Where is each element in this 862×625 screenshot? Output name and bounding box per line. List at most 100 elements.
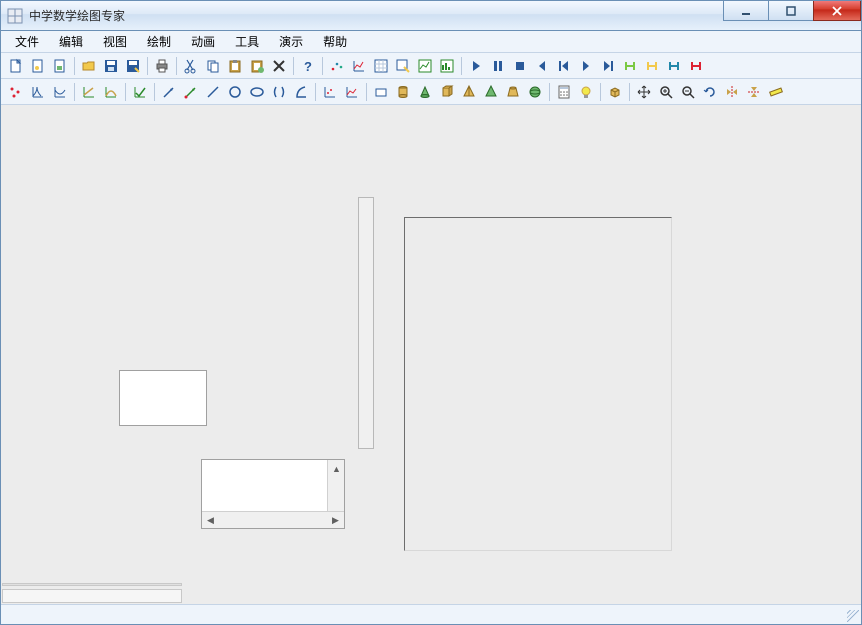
points-icon[interactable] (5, 81, 27, 103)
separator (147, 57, 148, 75)
seg-d-icon[interactable] (685, 55, 707, 77)
workspace[interactable]: ▲ ◀ ▶ (1, 105, 861, 604)
help-icon[interactable]: ? (297, 55, 319, 77)
seg-c-icon[interactable] (663, 55, 685, 77)
menu-tools[interactable]: 工具 (227, 31, 267, 52)
pause-icon[interactable] (487, 55, 509, 77)
scroll-right-icon[interactable]: ▶ (327, 512, 344, 529)
rotate-icon[interactable] (699, 81, 721, 103)
scroll-up-icon[interactable]: ▲ (328, 460, 345, 477)
zoom-in-icon[interactable] (655, 81, 677, 103)
minimize-button[interactable] (723, 1, 769, 21)
move-icon[interactable] (633, 81, 655, 103)
bulb-icon[interactable] (575, 81, 597, 103)
separator (315, 83, 316, 101)
strip-thin (2, 583, 182, 586)
menu-draw[interactable]: 绘制 (139, 31, 179, 52)
delete-icon[interactable] (268, 55, 290, 77)
menu-help[interactable]: 帮助 (315, 31, 355, 52)
axis-2-icon[interactable] (341, 81, 363, 103)
paren-icon[interactable] (268, 81, 290, 103)
separator (176, 57, 177, 75)
print-icon[interactable] (151, 55, 173, 77)
separator (293, 57, 294, 75)
ellipse-icon[interactable] (246, 81, 268, 103)
chart-green-2-icon[interactable] (436, 55, 458, 77)
shape-cone-g-icon[interactable] (480, 81, 502, 103)
save-as-icon[interactable] (122, 55, 144, 77)
grid-chart-icon[interactable] (370, 55, 392, 77)
chart-green-icon[interactable] (414, 55, 436, 77)
separator (125, 83, 126, 101)
separator (154, 83, 155, 101)
panel-vertical-slim[interactable] (358, 197, 374, 449)
play-icon[interactable] (465, 55, 487, 77)
shape-rect-icon[interactable] (370, 81, 392, 103)
window-title: 中学数学绘图专家 (29, 7, 125, 24)
go-start-icon[interactable] (553, 55, 575, 77)
step-fwd-icon[interactable] (575, 55, 597, 77)
panel-large[interactable] (404, 217, 672, 551)
curve-v-icon[interactable] (27, 81, 49, 103)
circle-icon[interactable] (224, 81, 246, 103)
shape-cyl-icon[interactable] (392, 81, 414, 103)
shape-frustum-icon[interactable] (502, 81, 524, 103)
new-doc-2-icon[interactable] (27, 55, 49, 77)
new-doc-icon[interactable] (5, 55, 27, 77)
zoom-out-icon[interactable] (677, 81, 699, 103)
svg-text:?: ? (304, 59, 312, 74)
graph-1-icon[interactable] (78, 81, 100, 103)
cut-icon[interactable] (180, 55, 202, 77)
chart-edit-icon[interactable] (392, 55, 414, 77)
scatter-icon[interactable] (326, 55, 348, 77)
scrollbar-vertical[interactable]: ▲ (327, 460, 344, 511)
separator (74, 83, 75, 101)
separator (74, 57, 75, 75)
paste-special-icon[interactable] (246, 55, 268, 77)
cube-icon[interactable] (604, 81, 626, 103)
vector-icon[interactable] (158, 81, 180, 103)
flip-v-icon[interactable] (743, 81, 765, 103)
flip-h-icon[interactable] (721, 81, 743, 103)
seg-a-icon[interactable] (619, 55, 641, 77)
step-back-icon[interactable] (531, 55, 553, 77)
calc-icon[interactable] (553, 81, 575, 103)
status-bar (1, 604, 861, 624)
chart-icon[interactable] (348, 55, 370, 77)
save-icon[interactable] (100, 55, 122, 77)
graph-2-icon[interactable] (100, 81, 122, 103)
copy-icon[interactable] (202, 55, 224, 77)
axis-1-icon[interactable] (319, 81, 341, 103)
curve-q-icon[interactable] (49, 81, 71, 103)
menu-anim[interactable]: 动画 (183, 31, 223, 52)
shape-sphere-icon[interactable] (524, 81, 546, 103)
close-button[interactable] (813, 1, 861, 21)
seg-b-icon[interactable] (641, 55, 663, 77)
ruler-icon[interactable] (765, 81, 787, 103)
shape-prism-icon[interactable] (436, 81, 458, 103)
shape-cone-icon[interactable] (414, 81, 436, 103)
menu-bar: 文件 编辑 视图 绘制 动画 工具 演示 帮助 (1, 31, 861, 53)
menu-edit[interactable]: 编辑 (51, 31, 91, 52)
paste-icon[interactable] (224, 55, 246, 77)
panel-small[interactable] (119, 370, 207, 426)
stop-icon[interactable] (509, 55, 531, 77)
scroll-left-icon[interactable]: ◀ (202, 512, 219, 529)
shape-pyr-icon[interactable] (458, 81, 480, 103)
line-icon[interactable] (202, 81, 224, 103)
toolbar-2 (1, 79, 861, 105)
menu-file[interactable]: 文件 (7, 31, 47, 52)
vector-2-icon[interactable] (180, 81, 202, 103)
maximize-button[interactable] (768, 1, 814, 21)
separator (600, 83, 601, 101)
menu-present[interactable]: 演示 (271, 31, 311, 52)
graph-check-icon[interactable] (129, 81, 151, 103)
angle-icon[interactable] (290, 81, 312, 103)
separator (322, 57, 323, 75)
scrollbar-horizontal[interactable]: ◀ ▶ (202, 511, 344, 528)
go-end-icon[interactable] (597, 55, 619, 77)
open-icon[interactable] (78, 55, 100, 77)
panel-list[interactable]: ▲ ◀ ▶ (201, 459, 345, 529)
new-doc-3-icon[interactable] (49, 55, 71, 77)
menu-view[interactable]: 视图 (95, 31, 135, 52)
